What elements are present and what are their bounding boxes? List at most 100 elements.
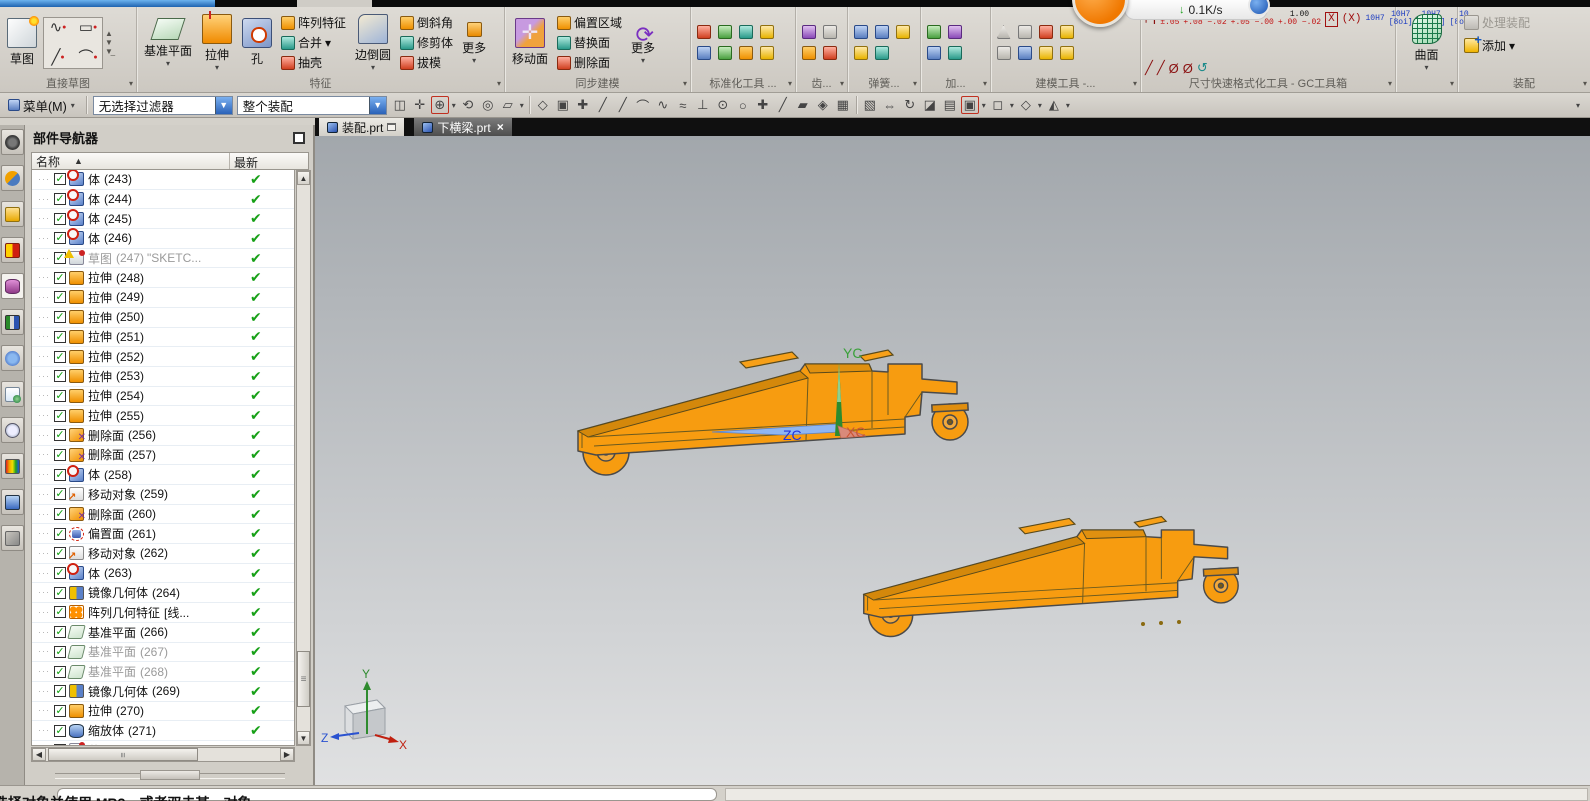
machining-tool-icon[interactable] — [947, 46, 962, 60]
move-object-icon[interactable]: ◎ — [479, 96, 497, 114]
assembly-navigator-button[interactable] — [1, 129, 24, 155]
feature-tree-row[interactable]: ✓ 拉伸 (252) ✔ — [32, 347, 294, 367]
panel-splitter-handle[interactable] — [140, 770, 200, 780]
feature-tree-row[interactable]: ✓ 体 (243) ✔ — [32, 170, 294, 190]
feature-tree-row[interactable]: ✓ 拉伸 (248) ✔ — [32, 268, 294, 289]
ribbon-tab-fragment[interactable] — [297, 0, 372, 7]
chevron-down-icon[interactable]: ▾ — [1133, 80, 1137, 88]
edit-display-icon[interactable]: ▤ — [941, 96, 959, 114]
pan-icon[interactable]: ⇔ — [881, 96, 899, 114]
feature-checkbox[interactable]: ✓ — [54, 409, 66, 422]
chevron-down-icon[interactable]: ▾ — [215, 64, 219, 72]
circle-center-icon[interactable]: ⊙ — [714, 96, 732, 114]
feature-tree-row[interactable]: ✓ 拉伸 (250) ✔ — [32, 307, 294, 328]
process-assembly-button[interactable]: 处理装配 — [1461, 13, 1533, 32]
selection-box-icon[interactable]: ▱ — [499, 96, 517, 114]
feature-checkbox[interactable]: ✓ — [54, 291, 66, 304]
hole-button[interactable]: 孔 — [238, 16, 276, 69]
part-navigator-button[interactable] — [1, 201, 24, 227]
slope-dimension-icon[interactable]: ╱ — [1145, 60, 1153, 76]
hd3d-tools-button[interactable] — [1, 273, 24, 299]
feature-checkbox[interactable]: ✓ — [54, 370, 66, 383]
chevron-down-icon[interactable]: ▾ — [472, 56, 476, 64]
machining-wizard-button[interactable] — [1, 525, 24, 551]
feature-checkbox[interactable]: ✓ — [54, 645, 66, 658]
chevron-down-icon[interactable]: ▾ — [983, 80, 987, 88]
std-tool-icon[interactable] — [759, 46, 774, 60]
line-icon[interactable]: ╱ — [594, 96, 612, 114]
modeling-tool-icon[interactable] — [1059, 25, 1074, 39]
tolerance-format-button[interactable]: (X) — [1342, 13, 1362, 25]
feature-checkbox[interactable]: ✓ — [54, 626, 66, 639]
feature-tree-row[interactable]: ✓ 阵列几何特征 [线... ✔ — [32, 603, 294, 623]
chevron-down-icon[interactable]: ▾ — [1388, 80, 1392, 88]
feature-checkbox[interactable]: ✓ — [54, 448, 66, 461]
feature-tree-row[interactable]: ✓ 拉伸 (251) ✔ — [32, 327, 294, 348]
feature-tree-row[interactable]: ✓ 基准平面 (267) ✔ — [32, 642, 294, 663]
palette-down-icon[interactable]: ▼ — [105, 38, 119, 47]
feature-checkbox[interactable]: ✓ — [54, 468, 66, 481]
feature-tree-row[interactable]: ✓ 基准平面 (268) ✔ — [32, 662, 294, 682]
machining-tool-icon[interactable] — [926, 25, 941, 39]
column-latest[interactable]: 最新 — [230, 153, 308, 170]
feature-checkbox[interactable]: ✓ — [54, 311, 66, 324]
feature-checkbox[interactable]: ✓ — [54, 547, 66, 560]
feature-tree-row[interactable]: ✓ 移动对象(262) ✔ — [32, 544, 294, 564]
feature-checkbox[interactable]: ✓ — [54, 330, 66, 343]
machining-tool-icon[interactable] — [947, 25, 962, 39]
gear-tool-icon[interactable] — [801, 25, 816, 39]
spring-tool-icon[interactable] — [853, 25, 868, 39]
chevron-down-icon[interactable]: ▾ — [129, 80, 133, 88]
toolbar-overflow-icon[interactable]: ▾ — [1576, 101, 1580, 110]
chevron-down-icon[interactable]: ▾ — [520, 101, 524, 110]
web-page-button[interactable] — [1, 381, 24, 407]
feature-checkbox[interactable]: ✓ — [54, 212, 66, 225]
chevron-down-icon[interactable]: ▼ — [368, 96, 386, 114]
feature-tree-row[interactable]: ✓ 拉伸 (254) ✔ — [32, 386, 294, 407]
feature-tree-row[interactable]: ✓ 删除面(260) ✔ — [32, 504, 294, 525]
rotate-view-icon[interactable]: ↻ — [901, 96, 919, 114]
feature-tree-row[interactable]: ✓ 删除面(256) ✔ — [32, 425, 294, 446]
delete-face-button[interactable]: 删除面 — [554, 53, 625, 72]
feature-checkbox[interactable]: ✓ — [54, 586, 66, 599]
datum-plane-button[interactable]: 基准平面 ▾ — [140, 16, 196, 69]
pattern-grid-icon[interactable]: ▦ — [834, 96, 852, 114]
feature-tree-row[interactable]: ✓ 镜像几何体 (264) ✔ — [32, 583, 294, 604]
snapshot-icon[interactable]: ◭ — [1045, 96, 1063, 114]
gear-tool-icon[interactable] — [822, 25, 837, 39]
spring-tool-icon[interactable] — [895, 25, 910, 39]
tolerance-format-button[interactable]: X — [1325, 11, 1338, 27]
sketch-button[interactable]: 草图 — [3, 16, 41, 69]
feature-checkbox[interactable]: ✓ — [54, 508, 66, 521]
tab-xiahengliang-prt[interactable]: 下横梁.prt × — [414, 118, 512, 136]
triangle-tool-icon[interactable] — [996, 25, 1011, 39]
print-icon[interactable]: ◻ — [989, 96, 1007, 114]
line2-icon[interactable]: ╱ — [774, 96, 792, 114]
rectangle-icon[interactable]: ▭● — [76, 18, 100, 38]
std-tool-icon[interactable] — [717, 25, 732, 39]
feature-checkbox[interactable]: ✓ — [54, 685, 66, 698]
palette-expand-icon[interactable]: ▼̲ — [105, 47, 119, 56]
face-icon[interactable]: ▰ — [794, 96, 812, 114]
undock-panel-icon[interactable] — [293, 131, 305, 144]
feature-tree-row[interactable]: ✓ 移动对象(259) ✔ — [32, 485, 294, 505]
chamfer-button[interactable]: 倒斜角 — [397, 13, 456, 32]
reuse-library-button[interactable] — [1, 237, 24, 263]
tolerance-format-button[interactable]: 1.00 +.00 −.02 — [1278, 11, 1321, 27]
menu-button[interactable]: 菜单(M) ▾ — [4, 94, 80, 117]
unite-button[interactable]: 合并 ▾ — [278, 33, 349, 52]
feature-checkbox[interactable]: ✓ — [54, 271, 66, 284]
perpendicular-icon[interactable]: ⊥ — [694, 96, 712, 114]
chevron-down-icon[interactable]: ▼ — [214, 96, 232, 114]
table-tool-icon[interactable] — [1017, 25, 1032, 39]
scroll-right-icon[interactable]: ▶ — [280, 748, 294, 761]
feature-checkbox[interactable]: ✓ — [54, 744, 66, 745]
trim-body-button[interactable]: 修剪体 — [397, 33, 456, 52]
restore-window-icon[interactable] — [387, 123, 397, 131]
feature-checkbox[interactable]: ✓ — [54, 606, 66, 619]
model-lower-crossbeam-2[interactable] — [863, 515, 1240, 638]
network-speed-widget[interactable]: ↓ 0.1K/s — [1124, 0, 1268, 20]
spring-tool-icon[interactable] — [874, 46, 889, 60]
system-materials-button[interactable] — [1, 489, 24, 515]
view-cube-icon[interactable]: ◇ — [1017, 96, 1035, 114]
